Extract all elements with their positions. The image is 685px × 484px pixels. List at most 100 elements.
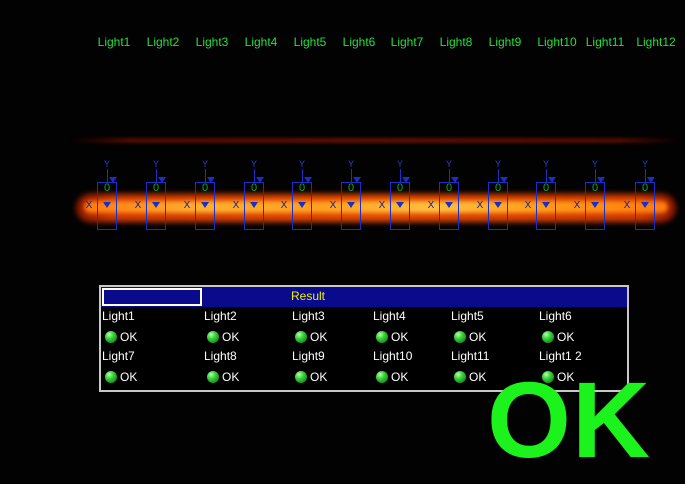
arrow-down-icon (494, 202, 502, 208)
green-led-icon (105, 371, 117, 383)
marker-tick (302, 169, 303, 183)
green-led-icon (454, 331, 466, 343)
channel-label: Light3 (195, 35, 229, 49)
status-text: OK (391, 370, 409, 384)
marker-tick (498, 169, 499, 183)
light-value: 0 (445, 182, 453, 194)
green-led-icon (295, 371, 307, 383)
status-text: OK (120, 330, 138, 344)
green-led-icon (295, 331, 307, 343)
result-status: OK (105, 370, 137, 384)
result-light-label: Light3 (292, 309, 325, 323)
y-axis-marker: Y (347, 159, 355, 169)
marker-tick (449, 169, 450, 183)
result-status: OK (207, 370, 239, 384)
y-axis-marker: Y (641, 159, 649, 169)
status-text: OK (310, 330, 328, 344)
channel-label: Light11 (585, 35, 625, 49)
marker-tick (205, 169, 206, 183)
marker-tick (546, 169, 547, 183)
result-light-label: Light8 (204, 349, 237, 363)
y-axis-marker: Y (103, 159, 111, 169)
light-value: 0 (494, 182, 502, 194)
x-axis-marker: X (623, 200, 631, 211)
arrow-down-icon (451, 177, 459, 183)
y-axis-marker: Y (152, 159, 160, 169)
arrow-down-icon (158, 177, 166, 183)
y-axis-marker: Y (298, 159, 306, 169)
result-status: OK (376, 370, 408, 384)
arrow-down-icon (109, 177, 117, 183)
status-text: OK (310, 370, 328, 384)
arrow-down-icon (542, 202, 550, 208)
light-value: 0 (201, 182, 209, 194)
light-value: 0 (250, 182, 258, 194)
x-axis-marker: X (280, 200, 288, 211)
x-axis-marker: X (134, 200, 142, 211)
result-light-label: Light10 (373, 349, 413, 363)
marker-tick (595, 169, 596, 183)
channel-label: Light2 (146, 35, 180, 49)
arrow-down-icon (353, 177, 361, 183)
green-led-icon (376, 371, 388, 383)
channel-label: Light5 (293, 35, 327, 49)
x-axis-marker: X (232, 200, 240, 211)
channel-label: Light12 (636, 35, 676, 49)
y-axis-marker: Y (250, 159, 258, 169)
result-status: OK (454, 370, 486, 384)
result-status: OK (454, 330, 486, 344)
x-axis-marker: X (476, 200, 484, 211)
result-light-label: Light6 (539, 309, 572, 323)
result-light-label: Light2 (204, 309, 237, 323)
y-axis-marker: Y (591, 159, 599, 169)
result-light-label: Light9 (292, 349, 325, 363)
marker-tick (156, 169, 157, 183)
light-value: 0 (152, 182, 160, 194)
overall-status: OK (487, 359, 651, 480)
result-light-label: Light4 (373, 309, 406, 323)
result-status: OK (376, 330, 408, 344)
marker-tick (400, 169, 401, 183)
x-axis-marker: X (378, 200, 386, 211)
green-led-icon (207, 331, 219, 343)
channel-label: Light6 (342, 35, 376, 49)
arrow-down-icon (445, 202, 453, 208)
x-axis-marker: X (427, 200, 435, 211)
result-light-label: Light11 (451, 349, 490, 363)
arrow-down-icon (256, 177, 264, 183)
arrow-down-icon (597, 177, 605, 183)
x-axis-marker: X (329, 200, 337, 211)
green-led-icon (207, 371, 219, 383)
result-title: Result (291, 289, 326, 303)
light-value: 0 (298, 182, 306, 194)
result-status: OK (295, 370, 327, 384)
x-axis-marker: X (183, 200, 191, 211)
arrow-down-icon (396, 202, 404, 208)
light-value: 0 (641, 182, 649, 194)
result-light-label: Light5 (451, 309, 484, 323)
result-status: OK (105, 330, 137, 344)
x-axis-marker: X (573, 200, 581, 211)
channel-label: Light10 (537, 35, 577, 49)
marker-tick (107, 169, 108, 183)
arrow-down-icon (304, 177, 312, 183)
arrow-down-icon (298, 202, 306, 208)
x-axis-marker: X (524, 200, 532, 211)
y-axis-marker: Y (396, 159, 404, 169)
marker-tick (351, 169, 352, 183)
result-status: OK (295, 330, 327, 344)
status-text: OK (222, 370, 240, 384)
status-text: OK (557, 330, 575, 344)
status-text: OK (222, 330, 240, 344)
result-light-label: Light7 (102, 349, 135, 363)
result-status: OK (542, 330, 574, 344)
result-field[interactable] (102, 288, 202, 306)
arrow-down-icon (548, 177, 556, 183)
green-led-icon (542, 331, 554, 343)
marker-tick (645, 169, 646, 183)
result-light-label: Light1 (102, 309, 135, 323)
arrow-down-icon (591, 202, 599, 208)
y-axis-marker: Y (445, 159, 453, 169)
arrow-down-icon (402, 177, 410, 183)
light-value: 0 (591, 182, 599, 194)
